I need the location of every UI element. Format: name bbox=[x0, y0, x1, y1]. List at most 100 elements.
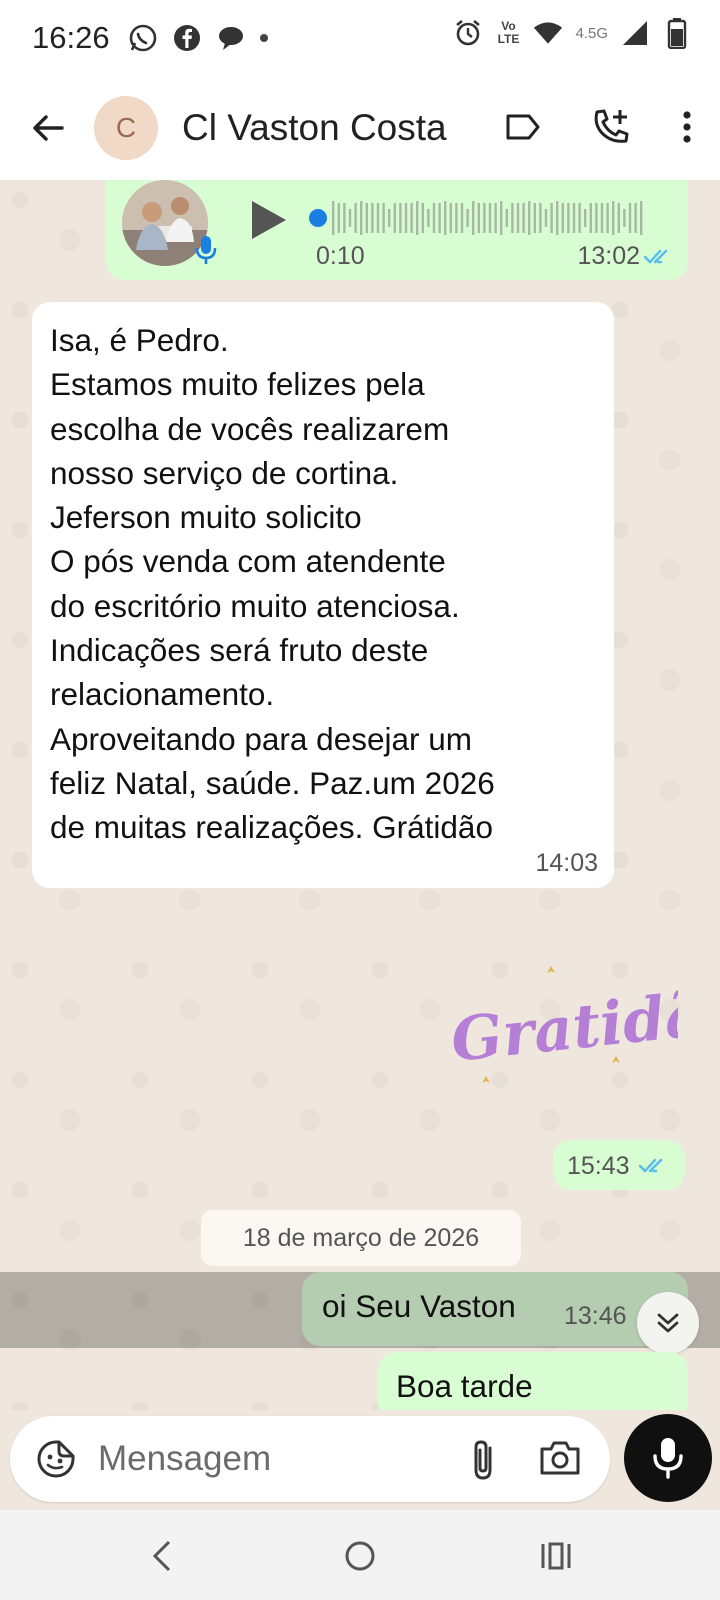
message-composer bbox=[10, 1416, 610, 1502]
chat-header: C Cl Vaston Costa bbox=[0, 76, 720, 180]
waveform-bar bbox=[337, 203, 340, 233]
scroll-to-bottom-button[interactable] bbox=[637, 1292, 699, 1354]
waveform-bar bbox=[416, 201, 419, 235]
waveform-bar bbox=[617, 203, 620, 233]
waveform-bar bbox=[561, 203, 564, 233]
message-time: 13:02 bbox=[577, 242, 640, 270]
waveform-bar bbox=[472, 201, 475, 235]
waveform-bar bbox=[612, 201, 615, 235]
network-type: 4.5G bbox=[575, 24, 608, 42]
contact-name[interactable]: Cl Vaston Costa bbox=[182, 107, 447, 149]
waveform-bar bbox=[578, 203, 581, 233]
waveform-bar bbox=[556, 201, 559, 235]
wifi-icon bbox=[533, 18, 563, 48]
message-time: 15:43 bbox=[567, 1152, 630, 1180]
camera-icon bbox=[540, 1441, 580, 1475]
waveform-bar bbox=[584, 209, 587, 227]
waveform-bar bbox=[488, 203, 492, 233]
more-notifications-dot bbox=[259, 34, 268, 42]
waveform-bar bbox=[393, 203, 396, 233]
message-time: 14:03 bbox=[535, 849, 598, 877]
waveform-bar bbox=[494, 203, 497, 233]
notification-icons bbox=[128, 23, 268, 53]
gratidao-sticker[interactable]: Gratidão bbox=[448, 960, 720, 1100]
waveform-bar bbox=[348, 209, 352, 227]
back-button[interactable] bbox=[22, 102, 74, 154]
nav-home-button[interactable] bbox=[332, 1528, 388, 1584]
outgoing-sticker-time: 15:43 bbox=[553, 1140, 685, 1190]
waveform-bar bbox=[365, 203, 368, 233]
battery-icon bbox=[662, 18, 692, 49]
playback-position-dot[interactable] bbox=[309, 209, 327, 227]
message-time: 13:46 bbox=[564, 1302, 627, 1330]
volte-indicator: Vo LTE bbox=[497, 19, 520, 46]
waveform-bar bbox=[600, 203, 604, 233]
nav-home-icon bbox=[345, 1541, 375, 1571]
waveform-bar bbox=[360, 201, 363, 235]
voice-message[interactable]: 0:10 13:02 bbox=[106, 180, 688, 280]
more-vert-icon bbox=[683, 111, 691, 143]
waveform-bar bbox=[606, 203, 609, 233]
system-icons: Vo LTE 4.5G bbox=[453, 18, 692, 49]
voice-record-button[interactable] bbox=[624, 1414, 712, 1502]
message-text: oi Seu Vaston bbox=[322, 1288, 516, 1324]
sticker-icon bbox=[37, 1440, 75, 1478]
contact-avatar[interactable]: C bbox=[94, 96, 158, 160]
waveform-bar bbox=[455, 203, 458, 233]
header-actions bbox=[486, 100, 702, 154]
incoming-message[interactable]: Isa, é Pedro. Estamos muito felizes pela… bbox=[32, 302, 614, 888]
waveform-bar bbox=[567, 203, 570, 233]
waveform-bar bbox=[595, 203, 598, 233]
play-button[interactable] bbox=[246, 198, 290, 242]
waveform-bar bbox=[421, 203, 424, 233]
waveform-bar bbox=[505, 209, 508, 227]
waveform-bar bbox=[388, 209, 391, 227]
message-text: Isa, é Pedro. Estamos muito felizes pela… bbox=[50, 322, 495, 846]
waveform-bar bbox=[354, 203, 357, 233]
label-icon bbox=[506, 114, 540, 140]
nav-recents-icon bbox=[541, 1542, 571, 1570]
waveform-bar bbox=[528, 201, 531, 235]
message-text: Boa tarde bbox=[396, 1368, 533, 1404]
message-input[interactable] bbox=[98, 1439, 428, 1479]
voice-duration: 0:10 bbox=[316, 242, 365, 270]
system-navigation-bar bbox=[0, 1510, 720, 1600]
alarm-icon bbox=[453, 18, 483, 48]
waveform-bar bbox=[371, 203, 374, 233]
waveform-bar bbox=[466, 209, 469, 227]
waveform-bar bbox=[640, 201, 643, 235]
camera-button[interactable] bbox=[538, 1438, 582, 1482]
add-call-icon bbox=[594, 109, 629, 143]
sticker-button[interactable] bbox=[34, 1437, 78, 1481]
waveform-bar bbox=[544, 209, 548, 227]
voice-waveform[interactable] bbox=[306, 194, 656, 242]
date-divider: 18 de março de 2026 bbox=[201, 1210, 521, 1266]
waveform-bar bbox=[410, 203, 413, 233]
waveform-bar bbox=[500, 201, 503, 235]
outgoing-message-selected[interactable]: oi Seu Vaston 13:46 bbox=[302, 1272, 688, 1346]
chat-area[interactable]: 0:10 13:02 Isa, é Pedro. Estamos muito f… bbox=[0, 180, 720, 1410]
waveform-bar bbox=[427, 209, 430, 227]
add-call-button[interactable] bbox=[584, 100, 638, 154]
attach-button[interactable] bbox=[464, 1438, 504, 1482]
waveform-bar bbox=[634, 203, 637, 233]
more-options-button[interactable] bbox=[672, 100, 702, 154]
status-time: 16:26 bbox=[32, 20, 110, 55]
waveform-bar bbox=[432, 203, 436, 233]
play-icon bbox=[252, 201, 286, 239]
outgoing-message[interactable]: Boa tarde bbox=[378, 1352, 688, 1410]
label-button[interactable] bbox=[496, 100, 550, 154]
waveform-bar bbox=[516, 203, 520, 233]
waveform-bar bbox=[483, 203, 486, 233]
nav-back-icon bbox=[152, 1540, 171, 1572]
nav-back-button[interactable] bbox=[134, 1528, 190, 1584]
waveform-bar bbox=[550, 203, 553, 233]
nav-recents-button[interactable] bbox=[528, 1528, 584, 1584]
waveform-bar bbox=[572, 203, 576, 233]
whatsapp-icon bbox=[128, 23, 158, 53]
facebook-icon bbox=[172, 23, 202, 53]
mic-icon bbox=[194, 234, 218, 266]
waveform-bar bbox=[539, 203, 542, 233]
mic-icon bbox=[653, 1438, 683, 1479]
waveform-bar bbox=[399, 203, 402, 233]
